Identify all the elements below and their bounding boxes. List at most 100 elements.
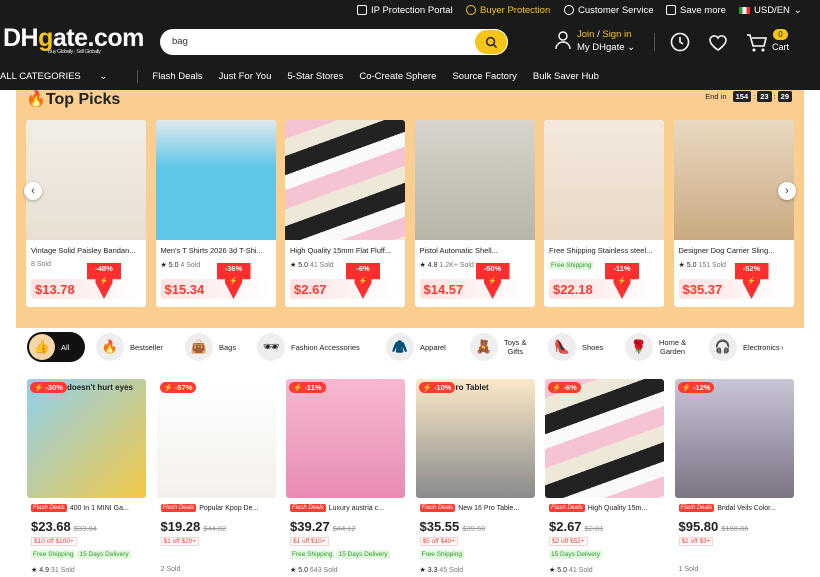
- product-price: $22.18: [553, 282, 593, 297]
- ip-protection-link[interactable]: IP Protection Portal: [357, 3, 453, 17]
- chat-icon: [564, 5, 574, 15]
- product-image[interactable]: [673, 120, 794, 240]
- product-image[interactable]: ⚡ -6%: [545, 379, 664, 498]
- product-title[interactable]: Vintage Solid Paisley Bandan...: [26, 240, 146, 255]
- nav-bulk-saver-hub[interactable]: Bulk Saver Hub: [533, 71, 599, 82]
- nav-just-for-you[interactable]: Just For You: [219, 71, 272, 82]
- coupon-badge: $10 off $100+: [31, 537, 77, 546]
- chevron-down-icon: ⌄: [99, 70, 108, 82]
- product-card[interactable]: ⚡ -57% Flash Deals Popular Kpop De... $19…: [156, 379, 276, 577]
- carousel-prev-button[interactable]: ‹: [24, 182, 42, 200]
- product-title[interactable]: 400 In 1 MINI Ga...: [70, 505, 129, 512]
- delivery-badges: Free Shipping: [419, 550, 464, 559]
- lightning-icon: ⚡: [163, 383, 173, 392]
- lightning-icon: ⚡: [617, 278, 627, 285]
- product-image[interactable]: ⚡ -10% ro Tablet: [415, 379, 535, 498]
- thumbs-up-icon: 👍: [29, 334, 55, 360]
- product-card[interactable]: ⚡ -30% doesn't hurt eyes Flash Deals 400 I…: [27, 379, 146, 577]
- price-bar: $13.78 -48% ⚡: [31, 263, 141, 299]
- product-card[interactable]: Vintage Solid Paisley Bandan... 8 Sold $…: [26, 120, 146, 307]
- category-tab-all[interactable]: 👍 All: [27, 332, 85, 362]
- buyer-protection-link[interactable]: Buyer Protection: [466, 3, 550, 17]
- save-more-link[interactable]: Save more: [666, 3, 726, 17]
- search-button[interactable]: [475, 30, 507, 54]
- category-tab-fashion-accessories[interactable]: 🕶 Fashion Accessories: [257, 332, 360, 362]
- join-link[interactable]: Join: [577, 29, 594, 40]
- product-card[interactable]: ⚡ -12% Flash Deals Bridal Veils Color... …: [674, 379, 794, 577]
- monitor-icon: [357, 5, 367, 15]
- lightning-icon: ⚡: [552, 383, 562, 392]
- image-overlay-text: doesn't hurt eyes: [67, 383, 133, 392]
- product-card[interactable]: Pistol Automatic Shell... ★ 4.8 1.2K+ So…: [414, 120, 535, 307]
- category-tab-apparel[interactable]: 🧥 Apparel: [386, 332, 446, 362]
- lightning-icon: ⚡: [293, 383, 303, 392]
- top-picks-title: 🔥Top Picks: [26, 91, 121, 108]
- product-card[interactable]: High Quality 15mm Flat Fluff... ★ 5.0 41…: [285, 120, 405, 307]
- product-image[interactable]: [155, 120, 276, 240]
- nav-flash-deals[interactable]: Flash Deals: [152, 71, 202, 82]
- signin-link[interactable]: Sign in: [602, 29, 631, 40]
- all-categories-menu[interactable]: ALL CATEGORIES ⌄: [0, 71, 123, 82]
- cart-button[interactable]: 0 Cart: [746, 29, 789, 56]
- nav-co-create-sphere[interactable]: Co-Create Sphere: [359, 71, 436, 82]
- product-title[interactable]: Pistol Automatic Shell...: [415, 240, 535, 255]
- delivery-badge: 15 Days Delivery: [549, 550, 603, 559]
- category-tab-shoes[interactable]: 👠 Shoes: [548, 332, 603, 362]
- delivery-badges: Free Shipping 15 Days Delivery: [31, 550, 131, 559]
- nav-source-factory[interactable]: Source Factory: [452, 71, 516, 82]
- cart-icon: [747, 34, 768, 52]
- product-card[interactable]: ⚡ -6% Flash Deals High Quality 15m... $2.…: [545, 379, 664, 577]
- product-card[interactable]: Free Shipping Stainless steel... Free Sh…: [544, 120, 664, 307]
- product-price: $35.55: [419, 519, 460, 534]
- discount-tag: ⚡ -57%: [159, 382, 197, 393]
- product-image[interactable]: ⚡ -12%: [674, 379, 794, 498]
- product-title[interactable]: Designer Dog Carrier Sling...: [674, 240, 794, 255]
- discount-badge: -50% ⚡: [475, 263, 510, 299]
- nav-5-star-stores[interactable]: 5-Star Stores: [287, 71, 343, 82]
- heart-icon[interactable]: [707, 31, 729, 53]
- product-image[interactable]: [544, 120, 664, 240]
- product-image[interactable]: ⚡ -57%: [156, 379, 276, 498]
- history-icon[interactable]: [669, 31, 691, 53]
- product-card[interactable]: ⚡ -10% ro Tablet Flash Deals New 16 Pro Ta…: [415, 379, 535, 577]
- product-title[interactable]: New 16 Pro Table...: [458, 505, 519, 512]
- category-tab-home[interactable]: 🌹 Home & Garden: [625, 332, 686, 362]
- lightning-icon: ⚡: [422, 383, 432, 392]
- divider: [137, 69, 139, 83]
- discount-badge: -36% ⚡: [216, 263, 251, 299]
- product-title[interactable]: Popular Kpop De...: [199, 505, 258, 512]
- product-title[interactable]: Free Shipping Stainless steel...: [544, 240, 664, 255]
- customer-service-link[interactable]: Customer Service: [564, 3, 654, 17]
- category-tab-bestseller[interactable]: 🔥 Bestseller: [96, 332, 163, 362]
- product-image[interactable]: ⚡ -30% doesn't hurt eyes: [27, 379, 146, 498]
- product-image[interactable]: [414, 120, 535, 240]
- category-next-button[interactable]: ›: [781, 332, 784, 362]
- lightning-icon: ⚡: [229, 278, 238, 285]
- product-image[interactable]: [285, 120, 405, 240]
- star-icon: ★: [31, 567, 38, 574]
- product-title[interactable]: Men's T Shirts 2026 3d T-Shi...: [156, 240, 276, 255]
- category-tab-bags[interactable]: 👜 Bags: [185, 332, 236, 362]
- original-price: $44.82: [203, 524, 227, 533]
- price-bar: $15.34 -36% ⚡: [160, 263, 271, 299]
- logo[interactable]: DHgate.com Buy Globally · Sell Globally: [3, 24, 144, 55]
- discount-tag: ⚡ -11%: [289, 382, 326, 393]
- locale-selector[interactable]: USD/EN ⌄: [739, 3, 802, 17]
- product-card[interactable]: ⚡ -11% Flash Deals Luxury austria c... $3…: [286, 379, 405, 577]
- product-image[interactable]: ⚡ -11%: [286, 379, 405, 498]
- category-tab-electronics[interactable]: 🎧 Electronics: [709, 332, 780, 362]
- search-input[interactable]: bag: [172, 36, 188, 47]
- product-card[interactable]: Men's T Shirts 2026 3d T-Shi... ★ 5.0 4 …: [155, 120, 276, 307]
- category-tab-toys[interactable]: 🧸 Toys & Gifts: [470, 332, 527, 362]
- product-title[interactable]: Bridal Veils Color...: [717, 505, 776, 512]
- product-image[interactable]: [26, 120, 146, 240]
- discount-badge: -48% ⚡: [87, 263, 121, 299]
- product-card[interactable]: Designer Dog Carrier Sling... ★ 5.0 151 …: [673, 120, 794, 307]
- product-meta: ★ 4.8 1.2K+ Sold: [419, 262, 474, 269]
- product-title[interactable]: High Quality 15m...: [588, 505, 648, 512]
- lightning-icon: ⚡: [747, 278, 756, 285]
- product-title[interactable]: Luxury austria c...: [329, 505, 384, 512]
- carousel-next-button[interactable]: ›: [778, 182, 796, 200]
- lightning-icon: ⚡: [99, 278, 109, 285]
- product-title[interactable]: High Quality 15mm Flat Fluff...: [285, 240, 405, 255]
